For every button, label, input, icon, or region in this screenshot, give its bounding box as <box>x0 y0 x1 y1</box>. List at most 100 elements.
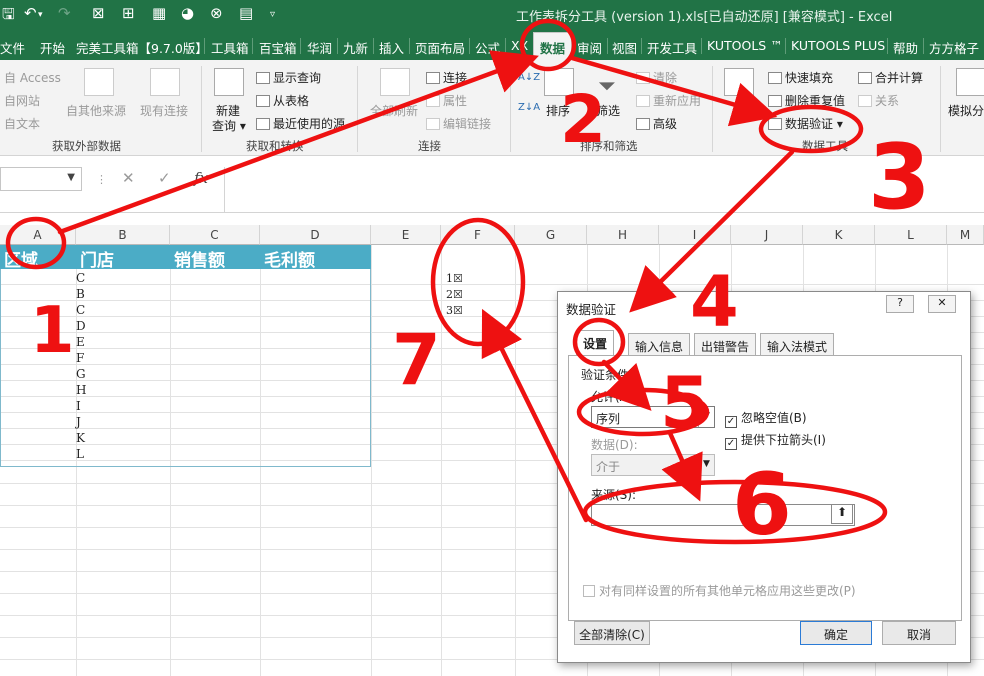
column-header-g[interactable]: G <box>515 225 587 245</box>
column-header-b[interactable]: B <box>76 225 170 245</box>
column-header-m[interactable]: M <box>947 225 984 245</box>
sort-za-icon[interactable]: Z↓A <box>518 102 540 113</box>
remove-duplicates-button[interactable]: 删除重复值 <box>768 92 845 109</box>
column-header-a[interactable]: A <box>0 225 76 245</box>
allow-select[interactable]: 序列 ▼ <box>591 406 715 428</box>
column-header-k[interactable]: K <box>803 225 875 245</box>
column-header-e[interactable]: E <box>371 225 441 245</box>
column-header-i[interactable]: I <box>659 225 731 245</box>
sort-button[interactable]: 排序 <box>546 102 570 119</box>
tab-kutools-plus[interactable]: KUTOOLS PLUS <box>791 38 885 53</box>
store-cell[interactable]: J <box>76 415 81 430</box>
column-header-j[interactable]: J <box>731 225 803 245</box>
collapse-dialog-icon[interactable]: ⬆ <box>831 504 853 524</box>
header-store[interactable]: 门店 <box>76 245 170 271</box>
data-validation-button[interactable]: 数据验证 ▾ <box>768 115 843 132</box>
tab-view[interactable]: 视图 <box>612 38 637 57</box>
show-queries-button[interactable]: 显示查询 <box>256 69 321 86</box>
flash-fill-button[interactable]: 快速填充 <box>768 69 833 86</box>
store-cell[interactable]: E <box>76 335 85 350</box>
tab-input-message[interactable]: 输入信息 <box>628 333 691 355</box>
clock-icon <box>256 118 270 130</box>
header-sales[interactable]: 销售额 <box>170 245 260 271</box>
connection-icon <box>426 72 440 84</box>
store-cell[interactable]: L <box>76 447 84 462</box>
f-cell[interactable]: 3☒ <box>446 304 463 317</box>
source-input[interactable] <box>591 504 855 526</box>
what-if-button[interactable]: 模拟分 <box>948 102 984 119</box>
tab-file[interactable]: 文件 <box>0 38 25 57</box>
qat-tool-icon-4[interactable]: ◕ <box>181 4 194 22</box>
header-region[interactable]: 区域 <box>0 245 76 271</box>
tab-jiuxin[interactable]: 九新 <box>343 38 368 57</box>
clear-all-button[interactable]: 全部清除(C) <box>574 621 650 645</box>
save-icon[interactable]: 🖫 <box>2 4 15 29</box>
filter-button[interactable]: 筛选 <box>596 102 620 119</box>
tab-developer[interactable]: 开发工具 <box>647 38 697 57</box>
filter-icon[interactable]: ⏷ <box>598 74 616 99</box>
column-header-f[interactable]: F <box>441 225 515 245</box>
qat-tool-icon-5[interactable]: ⊗ <box>210 4 223 22</box>
column-header-c[interactable]: C <box>170 225 260 245</box>
undo-icon[interactable]: ↶ <box>24 4 37 22</box>
store-cell[interactable]: F <box>76 351 84 366</box>
qat-customize-icon[interactable]: ▿ <box>270 9 275 20</box>
tab-settings[interactable]: 设置 <box>576 330 615 356</box>
dropdown-arrow-checkbox[interactable]: ✓ 提供下拉箭头(I) <box>725 431 826 450</box>
recent-sources-button[interactable]: 最近使用的源 <box>256 115 345 132</box>
group-get-transform: 获取和转换 <box>246 139 304 153</box>
header-gross-profit[interactable]: 毛利额 <box>260 245 371 271</box>
formula-input[interactable] <box>224 167 984 213</box>
tab-data[interactable]: 数据 <box>533 32 573 60</box>
store-cell[interactable]: C <box>76 271 85 286</box>
tab-kutools[interactable]: KUTOOLS ™ <box>707 38 783 53</box>
store-cell[interactable]: D <box>76 319 86 334</box>
qat-tool-icon-3[interactable]: ▦ <box>152 4 166 22</box>
tab-perfect-toolbox[interactable]: 完美工具箱【9.7.0版】 <box>76 38 208 57</box>
cancel-button[interactable]: 取消 <box>882 621 956 645</box>
store-cell[interactable]: H <box>76 383 86 398</box>
consolidate-button[interactable]: 合并计算 <box>858 69 923 86</box>
store-cell[interactable]: G <box>76 367 86 382</box>
f-cell[interactable]: 1☒ <box>446 272 463 285</box>
qat-tool-icon-1[interactable]: ⊠ <box>92 4 105 22</box>
store-cell[interactable]: I <box>76 399 81 414</box>
store-cell[interactable]: C <box>76 303 85 318</box>
qat-tool-icon-6[interactable]: ▤ <box>239 4 253 22</box>
sort-az-icon[interactable]: A↓Z <box>518 72 540 83</box>
tab-page-layout[interactable]: 页面布局 <box>415 38 465 57</box>
qat-tool-icon-2[interactable]: ⊞ <box>122 4 135 22</box>
tab-xx[interactable]: XX <box>511 38 528 53</box>
tab-help[interactable]: 帮助 <box>893 38 918 57</box>
connections-button[interactable]: 连接 <box>426 69 467 86</box>
from-table-button[interactable]: 从表格 <box>256 92 309 109</box>
tab-baibaoxiang[interactable]: 百宝箱 <box>259 38 297 57</box>
ignore-blank-checkbox[interactable]: ✓ 忽略空值(B) <box>725 409 807 428</box>
tab-fangfang[interactable]: 方方格子 <box>929 38 979 57</box>
column-header-d[interactable]: D <box>260 225 371 245</box>
tab-formulas[interactable]: 公式 <box>475 38 500 57</box>
tab-huarun[interactable]: 华润 <box>307 38 332 57</box>
tab-error-alert[interactable]: 出错警告 <box>694 333 757 355</box>
store-cell[interactable]: K <box>76 431 85 446</box>
name-box[interactable]: ▼ <box>0 167 82 191</box>
close-button[interactable]: ✕ <box>928 295 956 313</box>
group-get-external-data: 获取外部数据 <box>52 139 121 153</box>
consolidate-icon <box>858 72 872 84</box>
tab-ime-mode[interactable]: 输入法模式 <box>760 333 835 355</box>
window-title: 工作表拆分工具 (version 1).xls[已自动还原] [兼容模式] - … <box>516 10 893 25</box>
store-cell[interactable]: B <box>76 287 85 302</box>
advanced-button[interactable]: 高级 <box>636 115 677 132</box>
tab-toolbox[interactable]: 工具箱 <box>211 38 249 57</box>
undo-dropdown-icon[interactable]: ▾ <box>38 10 43 20</box>
f-cell[interactable]: 2☒ <box>446 288 463 301</box>
tab-home[interactable]: 开始 <box>40 38 65 57</box>
ok-button[interactable]: 确定 <box>800 621 872 645</box>
help-button[interactable]: ? <box>886 295 914 313</box>
tab-insert[interactable]: 插入 <box>379 38 404 57</box>
tab-review[interactable]: 审阅 <box>577 38 602 57</box>
insert-function-icon[interactable]: fx <box>194 169 208 187</box>
column-header-l[interactable]: L <box>875 225 947 245</box>
table-icon <box>256 72 270 84</box>
column-header-h[interactable]: H <box>587 225 659 245</box>
